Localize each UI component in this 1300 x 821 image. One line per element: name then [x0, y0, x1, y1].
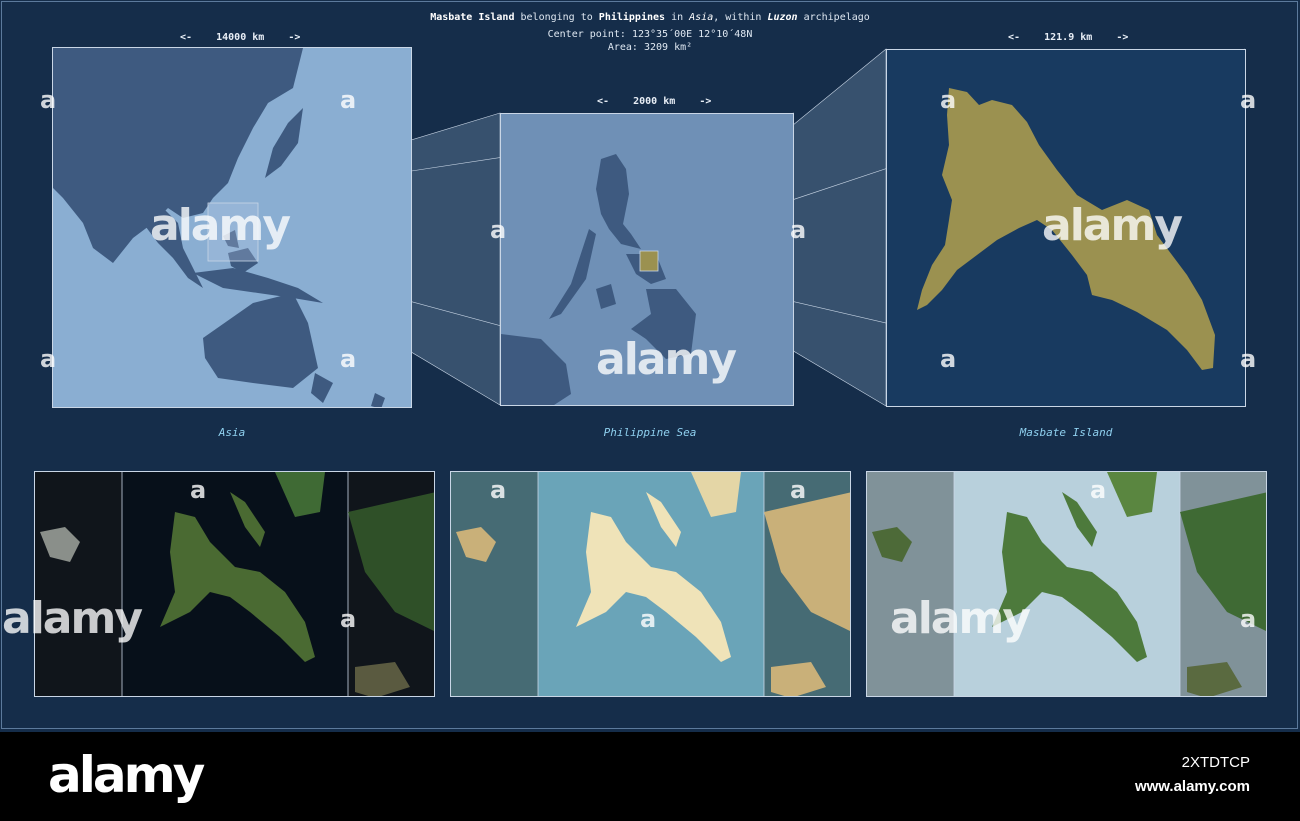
- satellite-imagery: [35, 472, 434, 696]
- caption-asia: Asia: [218, 426, 246, 439]
- watermark-letter: a: [340, 86, 357, 114]
- caption-masbate-island: Masbate Island: [1019, 426, 1113, 439]
- watermark-letter: a: [1240, 605, 1257, 633]
- watermark-letter: a: [340, 605, 357, 633]
- watermark-letter: a: [340, 345, 357, 373]
- watermark-letter: a: [40, 345, 57, 373]
- topographic-imagery: [451, 472, 850, 696]
- watermark-sea: alamy: [596, 334, 737, 385]
- watermark-letter: a: [940, 345, 957, 373]
- site-url: www.alamy.com: [1134, 778, 1250, 795]
- watermark-letter: a: [40, 86, 57, 114]
- watermark-letter: a: [1240, 86, 1257, 114]
- map-composition: Masbate Island belonging to Philippines …: [0, 0, 1300, 732]
- satellite-map-panel: [34, 471, 435, 697]
- watermark-letter: a: [1090, 476, 1107, 504]
- watermark-island: alamy: [1042, 200, 1183, 251]
- watermark-letter: a: [940, 86, 957, 114]
- watermark-letter: a: [490, 216, 507, 244]
- alamy-logo: alamy: [48, 746, 205, 804]
- watermark-letter: a: [790, 476, 807, 504]
- watermark-letter: a: [640, 605, 657, 633]
- relief-map-panel: [866, 471, 1267, 697]
- watermark-letter: a: [1240, 345, 1257, 373]
- watermark-relief: alamy: [890, 593, 1031, 644]
- watermark-satellite: alamy: [2, 593, 143, 644]
- watermark-letter: a: [790, 216, 807, 244]
- watermark-asia: alamy: [150, 200, 291, 251]
- relief-imagery: [867, 472, 1266, 696]
- watermark-letter: a: [490, 476, 507, 504]
- topographic-map-panel: [450, 471, 851, 697]
- caption-philippine-sea: Philippine Sea: [603, 426, 697, 439]
- image-code: 2XTDTCP: [1181, 754, 1250, 771]
- watermark-letter: a: [190, 476, 207, 504]
